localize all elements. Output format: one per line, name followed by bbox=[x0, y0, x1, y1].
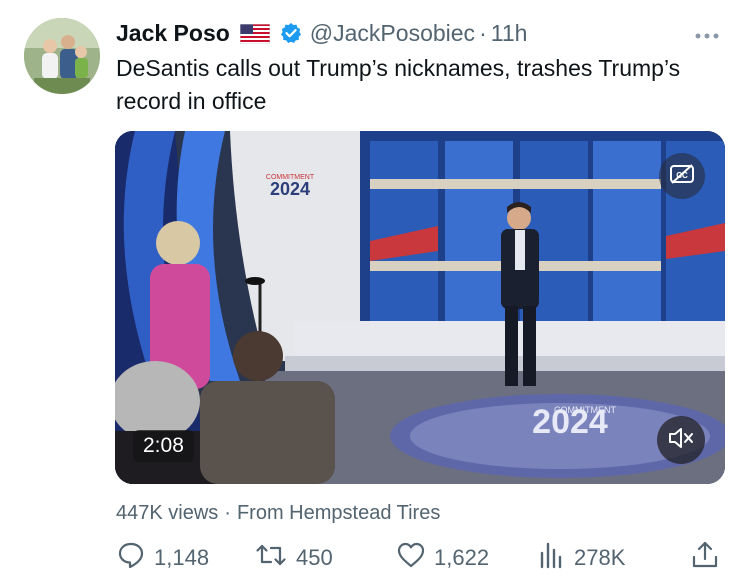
verified-icon[interactable] bbox=[280, 22, 302, 44]
video-frame: 2024 COMMITMENT COMMITMENT 2024 bbox=[115, 131, 725, 484]
like-icon bbox=[396, 540, 434, 576]
source-label[interactable]: From Hempstead Tires bbox=[237, 502, 440, 524]
mute-button[interactable] bbox=[657, 416, 705, 464]
tweet-timestamp[interactable]: 11h bbox=[491, 20, 528, 47]
views-button[interactable]: 278K bbox=[536, 540, 625, 576]
wall-logo-year: 2024 bbox=[270, 179, 310, 199]
author-name[interactable]: Jack Poso bbox=[116, 20, 230, 47]
header-separator: · bbox=[479, 19, 487, 46]
more-icon[interactable] bbox=[694, 22, 720, 44]
video-player[interactable]: 2024 COMMITMENT COMMITMENT 2024 CC 2:08 bbox=[115, 131, 725, 484]
tweet-text: DeSantis calls out Trump’s nicknames, tr… bbox=[116, 55, 681, 114]
reply-count: 1,148 bbox=[154, 545, 210, 570]
view-count: 447K views bbox=[116, 502, 219, 524]
floor-logo-label: COMMITMENT bbox=[554, 405, 616, 415]
reply-icon bbox=[116, 540, 154, 576]
share-icon bbox=[690, 540, 728, 576]
meta-separator: · bbox=[224, 502, 231, 524]
action-bar: 1,148 450 1,622 278K bbox=[116, 540, 720, 576]
repost-count: 450 bbox=[296, 545, 333, 570]
views-icon bbox=[536, 540, 574, 576]
avatar[interactable] bbox=[24, 18, 100, 94]
like-button[interactable]: 1,622 bbox=[396, 540, 489, 576]
avatar-photo bbox=[24, 18, 100, 94]
share-button[interactable] bbox=[690, 540, 728, 576]
video-duration: 2:08 bbox=[133, 430, 194, 462]
mute-icon bbox=[667, 426, 695, 455]
like-count: 1,622 bbox=[434, 545, 490, 570]
repost-button[interactable]: 450 bbox=[254, 540, 333, 576]
flag-icon bbox=[239, 23, 271, 45]
reply-button[interactable]: 1,148 bbox=[116, 540, 209, 576]
cc-icon: CC bbox=[669, 163, 695, 190]
repost-icon bbox=[254, 540, 296, 576]
views-count: 278K bbox=[574, 545, 626, 570]
captions-button[interactable]: CC bbox=[659, 153, 705, 199]
author-handle[interactable]: @JackPosobiec bbox=[310, 20, 475, 47]
tweet-header: Jack Poso @JackPosobiec · 11h bbox=[116, 18, 720, 48]
tweet-meta: 447K views · From Hempstead Tires bbox=[116, 502, 440, 525]
